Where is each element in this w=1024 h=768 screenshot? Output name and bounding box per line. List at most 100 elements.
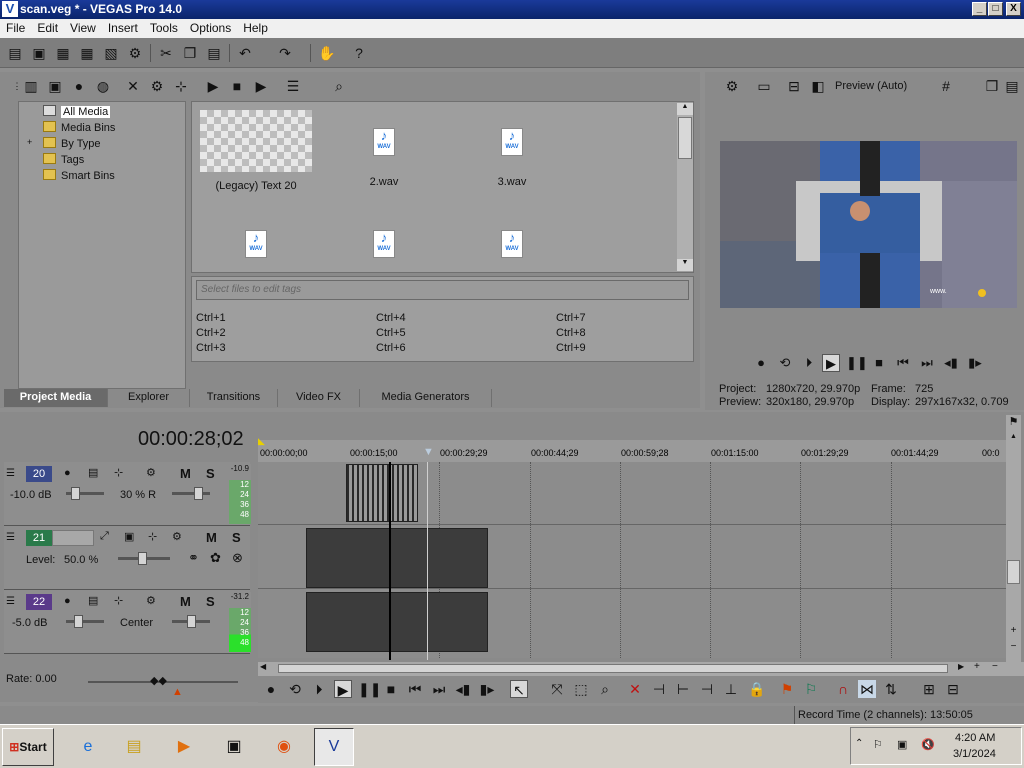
scroll-down-icon[interactable]: ▼ xyxy=(677,259,693,271)
preview-settings-gear-icon[interactable]: ⚙ xyxy=(723,77,741,95)
overlays-grid-icon[interactable]: # xyxy=(937,77,955,95)
auto-ripple-icon[interactable]: ⇅ xyxy=(882,680,900,698)
import-media-icon[interactable]: ▥ xyxy=(22,77,40,95)
play-from-start-icon[interactable]: ⏵ xyxy=(800,354,818,372)
tab-project-media[interactable]: Project Media xyxy=(4,389,108,407)
media-scrollbar[interactable]: ▲ ▼ xyxy=(677,103,693,271)
mute-button[interactable]: M xyxy=(206,530,217,545)
lock-envelopes-icon[interactable]: ⊞ xyxy=(920,680,938,698)
marker-icon[interactable]: ⚑ xyxy=(778,680,796,698)
trim-start-icon[interactable]: ⊢ xyxy=(674,680,692,698)
expand-icon[interactable]: + xyxy=(27,137,32,147)
trim-icon[interactable]: ⊣ xyxy=(650,680,668,698)
stop-icon[interactable]: ■ xyxy=(228,77,246,95)
external-monitor-icon[interactable]: ▭ xyxy=(755,77,773,95)
explorer-icon[interactable]: ▤ xyxy=(114,728,154,766)
record-icon[interactable]: ● xyxy=(262,680,280,698)
media-item[interactable]: (Legacy) Text 20 xyxy=(200,110,312,192)
loop-icon[interactable]: ⟲ xyxy=(776,354,794,372)
hand-tool-icon[interactable]: ✋ xyxy=(318,44,336,62)
collapse-icon[interactable]: ☰ xyxy=(6,532,15,543)
snapping-icon[interactable]: ∩ xyxy=(834,680,852,698)
media-fx-icon[interactable]: ⚙ xyxy=(148,77,166,95)
go-to-end-icon[interactable]: ⏭ xyxy=(430,680,448,698)
scroll-up-icon[interactable]: ▲ xyxy=(677,103,693,115)
lock-icon[interactable]: 🔒 xyxy=(748,680,766,698)
track-header-audio[interactable]: ☰ 20 ● ▤ ⊹ ⚙ M S -10.0 dB 30 % R -10.9 1… xyxy=(4,462,251,526)
ignore-grouping-icon[interactable]: ⊟ xyxy=(944,680,962,698)
next-frame-icon[interactable]: ▮▸ xyxy=(966,354,984,372)
remove-icon[interactable]: ⊗ xyxy=(232,550,243,566)
go-to-start-icon[interactable]: ⏮ xyxy=(406,680,424,698)
track-motion-icon[interactable]: ⊹ xyxy=(114,466,123,479)
media-item[interactable]: ♪ WAV 3.wav xyxy=(472,128,552,188)
menu-file[interactable]: File xyxy=(0,19,31,35)
remove-icon[interactable]: ✕ xyxy=(124,77,142,95)
level-slider-thumb[interactable] xyxy=(138,552,147,565)
track-header-video[interactable]: ☰ 21 ⤢ ▣ ⊹ ⚙ M S Level: 50.0 % ⚭ ✿ ⊗ xyxy=(4,526,250,590)
pan-slider[interactable] xyxy=(172,487,210,500)
zoom-out-icon[interactable]: − xyxy=(1006,641,1021,652)
ie-icon[interactable]: e xyxy=(68,728,108,766)
tab-explorer[interactable]: Explorer xyxy=(108,389,190,407)
show-hidden-icons-icon[interactable]: ⌃ xyxy=(855,738,863,749)
clock-date[interactable]: 3/1/2024 xyxy=(953,748,996,760)
clock-time[interactable]: 4:20 AM xyxy=(955,732,995,744)
region-icon[interactable]: ⚐ xyxy=(802,680,820,698)
video-clip[interactable] xyxy=(306,528,488,588)
web-icon[interactable]: ◍ xyxy=(94,77,112,95)
scroll-thumb[interactable] xyxy=(1007,560,1020,584)
scroll-left-icon[interactable]: ◀ xyxy=(260,662,266,671)
paste-icon[interactable]: ▤ xyxy=(205,44,223,62)
play-icon[interactable]: ▶ xyxy=(822,354,840,372)
pan-slider-thumb[interactable] xyxy=(194,487,203,500)
previous-frame-icon[interactable]: ◂▮ xyxy=(942,354,960,372)
pan-slider-thumb[interactable] xyxy=(187,615,196,628)
render-icon[interactable]: ▧ xyxy=(102,44,120,62)
track-settings-gear-icon[interactable]: ⚙ xyxy=(146,466,156,479)
track-motion-icon[interactable]: ⤢ xyxy=(100,530,109,543)
volume-slider-thumb[interactable] xyxy=(74,615,83,628)
split-icon[interactable]: ⊥ xyxy=(722,680,740,698)
stop-icon[interactable]: ■ xyxy=(870,354,888,372)
track-settings-gear-icon[interactable]: ⚙ xyxy=(146,594,156,607)
play-icon[interactable]: ▶ xyxy=(334,680,352,698)
collapse-icon[interactable]: ☰ xyxy=(6,468,15,479)
media-item[interactable]: ♪ WAV xyxy=(472,230,552,258)
maximize-button[interactable]: □ xyxy=(988,2,1003,16)
save-icon[interactable]: ▦ xyxy=(54,44,72,62)
open-icon[interactable]: ▣ xyxy=(30,44,48,62)
marker-toggle-icon[interactable]: ⚑ xyxy=(1006,415,1021,429)
network-icon[interactable]: ▣ xyxy=(897,738,907,751)
loop-icon[interactable]: ⟲ xyxy=(286,680,304,698)
media-item[interactable]: ♪ WAV xyxy=(344,230,424,258)
tab-transitions[interactable]: Transitions xyxy=(190,389,278,407)
tree-media-bins[interactable]: Media Bins xyxy=(43,121,115,134)
record-arm-icon[interactable]: ● xyxy=(64,595,71,607)
delete-icon[interactable]: ✕ xyxy=(626,680,644,698)
firefox-icon[interactable]: ◉ xyxy=(264,728,304,766)
flag-icon[interactable]: ⚐ xyxy=(873,738,883,751)
search-icon[interactable]: ⌕ xyxy=(330,77,348,95)
mute-button[interactable]: M xyxy=(180,466,191,481)
media-player-icon[interactable]: ▶ xyxy=(164,728,204,766)
tab-media-generators[interactable]: Media Generators xyxy=(360,389,492,407)
previous-frame-icon[interactable]: ◂▮ xyxy=(454,680,472,698)
scroll-thumb[interactable] xyxy=(278,664,948,673)
preview-quality-select[interactable]: Preview (Auto) xyxy=(835,80,907,92)
level-slider[interactable] xyxy=(118,552,170,565)
close-button[interactable]: X xyxy=(1006,2,1021,16)
audio-clip[interactable] xyxy=(306,592,488,652)
track-header-audio[interactable]: ☰ 22 ● ▤ ⊹ ⚙ M S -5.0 dB Center -31.2 12… xyxy=(4,590,251,654)
start-button[interactable]: ⊞Start xyxy=(2,728,54,766)
capture-icon[interactable]: ▣ xyxy=(46,77,64,95)
go-to-start-icon[interactable]: ⏮ xyxy=(894,354,912,372)
save-snapshot-icon[interactable]: ▤ xyxy=(1003,77,1021,95)
blend-icon[interactable]: ✿ xyxy=(210,550,221,566)
auto-preview-icon[interactable]: ▶ xyxy=(252,77,270,95)
solo-button[interactable]: S xyxy=(206,594,215,609)
pause-icon[interactable]: ❚❚ xyxy=(846,354,868,372)
cut-icon[interactable]: ✂ xyxy=(157,44,175,62)
vegas-icon[interactable]: V xyxy=(314,728,354,766)
tag-input[interactable]: Select files to edit tags xyxy=(196,280,689,300)
